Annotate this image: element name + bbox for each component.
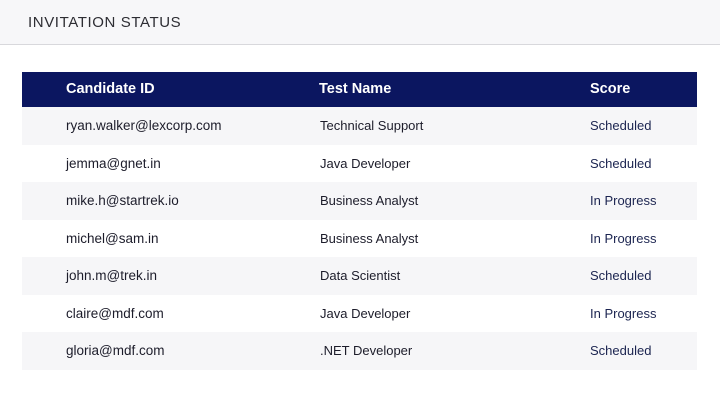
candidate-id-cell: mike.h@startrek.io: [66, 193, 179, 208]
test-name-cell: Business Analyst: [320, 230, 419, 246]
table-row[interactable]: mike.h@startrek.io Business Analyst In P…: [22, 182, 697, 220]
table-row[interactable]: claire@mdf.com Java Developer In Progres…: [22, 294, 697, 332]
candidate-id-cell: ryan.walker@lexcorp.com: [66, 118, 222, 133]
candidate-id-cell: michel@sam.in: [66, 230, 159, 246]
invitation-status-panel: INVITATION STATUS Candidate ID Test Name…: [0, 0, 720, 420]
score-cell: In Progress: [590, 305, 657, 321]
test-name-cell: .NET Developer: [320, 343, 413, 358]
table-row[interactable]: gloria@mdf.com .NET Developer Scheduled: [22, 332, 697, 370]
candidate-id-cell: jemma@gnet.in: [66, 155, 161, 171]
test-name-cell: Java Developer: [320, 155, 411, 171]
panel-title: INVITATION STATUS: [28, 14, 182, 31]
score-cell: In Progress: [590, 230, 657, 246]
column-header-candidate-id[interactable]: Candidate ID: [66, 81, 155, 97]
score-cell: In Progress: [590, 193, 657, 208]
panel-header: INVITATION STATUS: [0, 0, 720, 45]
invitation-table: Candidate ID Test Name Score ryan.walker…: [22, 72, 697, 370]
test-name-cell: Data Scientist: [320, 268, 401, 283]
column-header-score[interactable]: Score: [590, 81, 630, 97]
candidate-id-cell: john.m@trek.in: [66, 268, 157, 283]
table-row[interactable]: ryan.walker@lexcorp.com Technical Suppor…: [22, 107, 697, 145]
candidate-id-cell: claire@mdf.com: [66, 305, 164, 321]
test-name-cell: Java Developer: [320, 305, 411, 321]
score-cell: Scheduled: [590, 118, 652, 133]
score-cell: Scheduled: [590, 343, 652, 358]
table-row[interactable]: michel@sam.in Business Analyst In Progre…: [22, 219, 697, 257]
candidate-id-cell: gloria@mdf.com: [66, 343, 165, 358]
column-header-test-name[interactable]: Test Name: [319, 81, 391, 97]
table-body: ryan.walker@lexcorp.com Technical Suppor…: [22, 107, 697, 370]
table-row[interactable]: jemma@gnet.in Java Developer Scheduled: [22, 144, 697, 182]
score-cell: Scheduled: [590, 155, 652, 171]
table-header-row: Candidate ID Test Name Score: [22, 72, 697, 107]
test-name-cell: Business Analyst: [320, 193, 419, 208]
test-name-cell: Technical Support: [320, 118, 424, 133]
score-cell: Scheduled: [590, 268, 652, 283]
table-row[interactable]: john.m@trek.in Data Scientist Scheduled: [22, 257, 697, 295]
